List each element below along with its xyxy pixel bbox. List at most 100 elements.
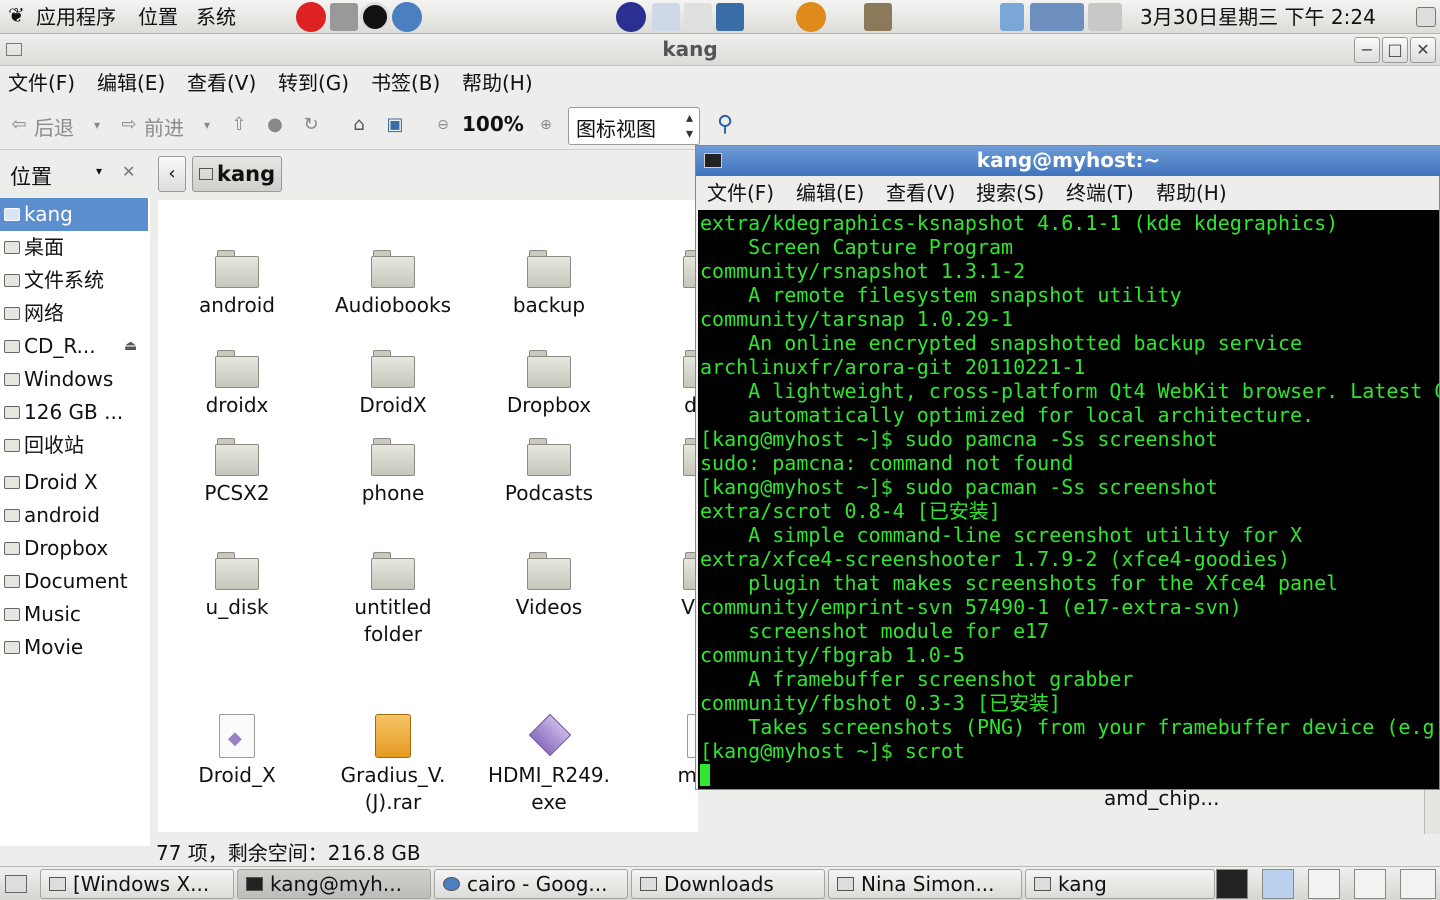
zoom-in-icon[interactable]: ⊕ xyxy=(535,114,557,136)
task-kang[interactable]: kang xyxy=(1025,869,1215,899)
term-menu-search[interactable]: 搜索(S) xyxy=(976,178,1044,208)
workspace-5[interactable] xyxy=(1400,869,1436,899)
term-menu-file[interactable]: 文件(F) xyxy=(707,178,774,208)
file-item[interactable]: Dropbox xyxy=(470,350,628,419)
zoom-out-icon[interactable]: ⊖ xyxy=(432,114,454,136)
fm-menu-help[interactable]: 帮助(H) xyxy=(462,68,533,98)
sidebar-item-cdrom[interactable]: CD_R... ⏏ xyxy=(0,330,148,363)
file-item[interactable]: dwh xyxy=(626,350,698,419)
text-editor-launcher-icon[interactable] xyxy=(652,3,680,31)
forward-arrow-icon[interactable]: ⇨ xyxy=(118,114,140,136)
file-item[interactable]: p xyxy=(626,438,698,507)
menu-places[interactable]: 位置 xyxy=(138,4,178,30)
fm-menu-view[interactable]: 查看(V) xyxy=(187,68,256,98)
term-menu-terminal[interactable]: 终端(T) xyxy=(1066,178,1134,208)
fm-scrollbar[interactable] xyxy=(1424,790,1440,834)
sidebar-item-kang[interactable]: kang xyxy=(0,198,148,231)
back-arrow-icon[interactable]: ⇦ xyxy=(8,114,30,136)
system-monitor-launcher-icon[interactable] xyxy=(716,3,744,31)
task-nina-simone[interactable]: Nina Simon... xyxy=(828,869,1022,899)
sidebar-item-network[interactable]: 网络 xyxy=(0,297,148,330)
file-item[interactable]: untitled folder xyxy=(314,552,472,648)
file-item[interactable]: Audiobooks xyxy=(314,250,472,319)
file-item[interactable]: Virtu V xyxy=(626,552,698,648)
file-item[interactable]: backup xyxy=(470,250,628,319)
workspace-2[interactable] xyxy=(1262,869,1294,899)
up-arrow-icon[interactable]: ⇧ xyxy=(228,114,250,136)
mail-launcher-icon[interactable] xyxy=(684,3,712,31)
home-icon[interactable]: ⌂ xyxy=(348,114,370,136)
eclipse-launcher-icon[interactable] xyxy=(616,2,646,32)
clock[interactable]: 3月30日星期三 下午 2:24 xyxy=(1140,4,1376,30)
sidebar-item-windows[interactable]: Windows xyxy=(0,363,148,396)
amarok-launcher-icon[interactable] xyxy=(360,2,390,32)
sidebar-item-volume[interactable]: 126 GB ... xyxy=(0,396,148,429)
tray-network-icon[interactable] xyxy=(1000,3,1024,31)
task-windows-x[interactable]: [Windows X... xyxy=(40,869,234,899)
sidebar-item-trash[interactable]: 回收站 xyxy=(0,429,148,462)
sidebar-item-filesystem[interactable]: 文件系统 xyxy=(0,264,148,297)
task-terminal[interactable]: kang@myh... xyxy=(237,869,431,899)
workspace-4[interactable] xyxy=(1354,869,1386,899)
lastfm-launcher-icon[interactable] xyxy=(296,2,326,32)
search-icon[interactable]: ⚲ xyxy=(714,114,736,136)
tray-volume-icon[interactable] xyxy=(1088,3,1122,31)
gimp-launcher-icon[interactable] xyxy=(864,3,892,31)
fm-menu-file[interactable]: 文件(F) xyxy=(8,68,75,98)
file-item[interactable]: Gradius_V. (J).rar xyxy=(314,714,472,816)
stop-icon[interactable]: ● xyxy=(264,114,286,136)
gnome-foot-icon[interactable]: ❦ xyxy=(8,3,25,27)
bookmark-movie[interactable]: Movie xyxy=(0,631,148,664)
fm-menu-edit[interactable]: 编辑(E) xyxy=(97,68,165,98)
task-cairo-google[interactable]: cairo - Goog... xyxy=(434,869,628,899)
reload-icon[interactable]: ↻ xyxy=(300,114,322,136)
workspace-1[interactable] xyxy=(1216,869,1248,899)
bookmark-droid-x[interactable]: Droid X xyxy=(0,466,148,499)
back-button[interactable]: 后退 xyxy=(34,112,74,141)
term-menu-edit[interactable]: 编辑(E) xyxy=(796,178,864,208)
sidebar-title[interactable]: 位置 xyxy=(10,161,52,191)
file-item[interactable]: phone xyxy=(314,438,472,507)
sidebar-dropdown-icon[interactable]: ▾ xyxy=(96,164,102,178)
forward-button[interactable]: 前进 xyxy=(144,112,184,141)
sidebar-item-desktop[interactable]: 桌面 xyxy=(0,231,148,264)
term-menu-help[interactable]: 帮助(H) xyxy=(1156,178,1227,208)
file-item[interactable]: DroidX xyxy=(314,350,472,419)
forward-dropdown-icon[interactable]: ▾ xyxy=(196,114,218,136)
maximize-button[interactable]: □ xyxy=(1382,37,1408,63)
bookmark-android[interactable]: android xyxy=(0,499,148,532)
audacity-launcher-icon[interactable] xyxy=(796,2,826,32)
file-item[interactable]: B xyxy=(626,250,698,319)
task-downloads[interactable]: Downloads xyxy=(631,869,825,899)
close-button[interactable]: ✕ xyxy=(1410,37,1436,63)
fm-menu-bookmarks[interactable]: 书签(B) xyxy=(371,68,440,98)
term-menu-view[interactable]: 查看(V) xyxy=(886,178,955,208)
bookmark-document[interactable]: Document xyxy=(0,565,148,598)
icon-view[interactable]: android Audiobooks backup Bdroidx DroidX Drop… xyxy=(158,200,698,832)
fm-menu-go[interactable]: 转到(G) xyxy=(278,68,349,98)
menu-applications[interactable]: 应用程序 xyxy=(36,4,116,30)
back-dropdown-icon[interactable]: ▾ xyxy=(86,114,108,136)
installer-launcher-icon[interactable] xyxy=(330,3,358,31)
bookmark-dropbox[interactable]: Dropbox xyxy=(0,532,148,565)
path-back-button[interactable]: ‹ xyxy=(158,156,186,192)
fm-titlebar[interactable]: kang − □ ✕ xyxy=(0,34,1440,66)
file-item[interactable]: Droid_X xyxy=(158,714,316,789)
minimize-button[interactable]: − xyxy=(1354,37,1380,63)
eject-icon[interactable]: ⏏ xyxy=(124,330,137,363)
file-item[interactable]: make t. xyxy=(626,714,698,816)
file-item[interactable]: u_disk xyxy=(158,552,316,621)
file-item[interactable]: Podcasts xyxy=(470,438,628,507)
show-desktop-icon[interactable] xyxy=(5,875,27,893)
menu-system[interactable]: 系统 xyxy=(196,4,236,30)
workspace-3[interactable] xyxy=(1308,869,1340,899)
sidebar-close-icon[interactable]: ✕ xyxy=(122,162,135,181)
bookmark-music[interactable]: Music xyxy=(0,598,148,631)
file-item[interactable]: android xyxy=(158,250,316,319)
network-launcher-icon[interactable] xyxy=(392,2,422,32)
file-item[interactable]: HDMI_R249. exe xyxy=(470,714,628,816)
terminal-screen[interactable]: extra/kdegraphics-ksnapshot 4.6.1-1 (kde… xyxy=(698,210,1439,789)
terminal-titlebar[interactable]: kang@myhost:~ xyxy=(696,146,1440,176)
path-crumb-home[interactable]: kang xyxy=(192,156,282,192)
file-item[interactable]: Videos xyxy=(470,552,628,621)
